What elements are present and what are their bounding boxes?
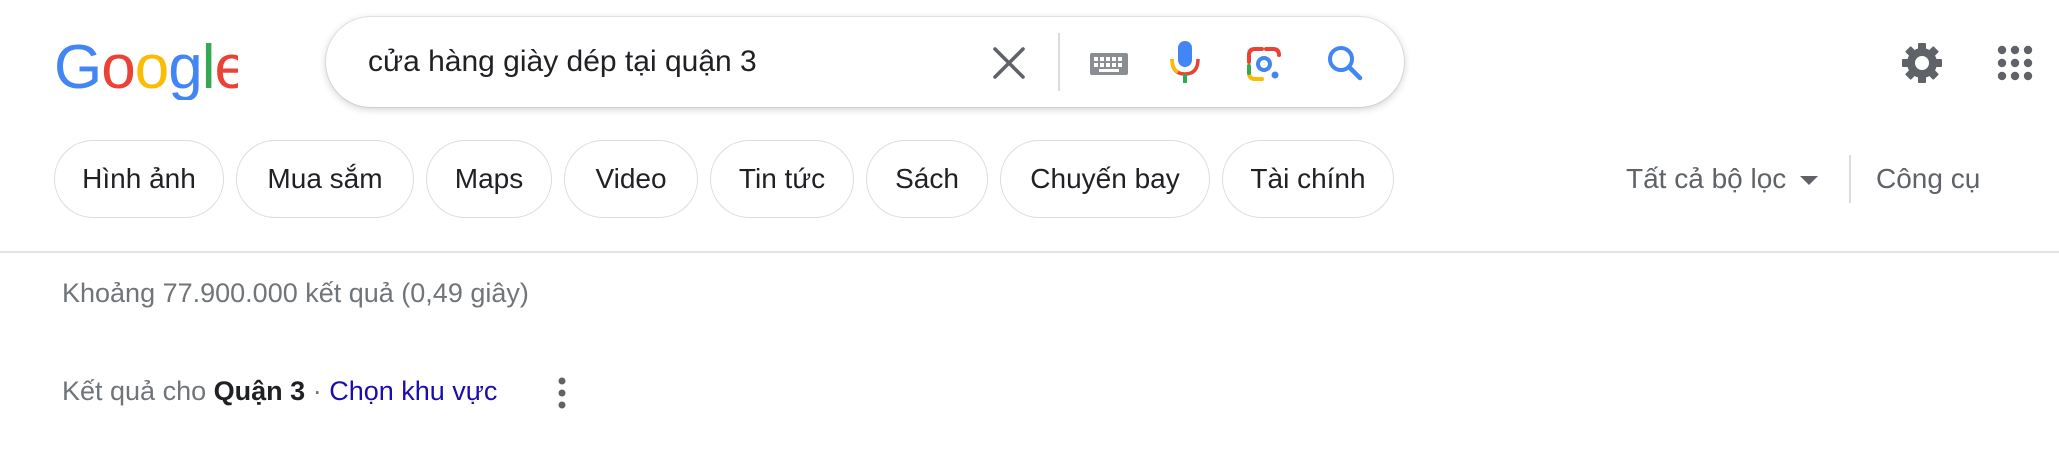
search-input[interactable]: cửa hàng giày dép tại quận 3: [368, 17, 757, 107]
all-filters-button[interactable]: Tất cả bộ lọc: [1626, 140, 1819, 218]
search-divider: [1058, 33, 1060, 91]
tools-button[interactable]: Công cụ: [1876, 140, 1980, 218]
result-stats: Khoảng 77.900.000 kết quả (0,49 giây): [62, 278, 529, 308]
chip-maps[interactable]: Maps: [426, 140, 552, 218]
svg-text:Google: Google: [54, 33, 238, 100]
chip-flights[interactable]: Chuyến bay: [1000, 140, 1210, 218]
location-separator: ·: [312, 376, 322, 406]
chip-books[interactable]: Sách: [866, 140, 988, 218]
location-line: Kết quả cho Quận 3 · Chọn khu vực: [62, 376, 497, 407]
search-box[interactable]: cửa hàng giày dép tại quận 3: [326, 17, 1404, 107]
caret-down-icon: [1800, 176, 1819, 186]
location-name: Quận 3: [213, 376, 306, 406]
filter-divider: [1849, 155, 1851, 203]
header-divider: [0, 251, 2059, 253]
google-logo[interactable]: Google: [54, 30, 238, 100]
chip-shopping[interactable]: Mua sắm: [236, 140, 414, 218]
search-icon[interactable]: [1326, 44, 1364, 82]
clear-icon[interactable]: [990, 44, 1028, 82]
choose-area-link[interactable]: Chọn khu vực: [329, 376, 497, 406]
more-options-icon[interactable]: [548, 376, 576, 410]
chip-images[interactable]: Hình ảnh: [54, 140, 224, 218]
chip-news[interactable]: Tin tức: [710, 140, 854, 218]
location-prefix: Kết quả cho: [62, 376, 207, 406]
keyboard-icon[interactable]: [1088, 44, 1130, 82]
chip-video[interactable]: Video: [564, 140, 698, 218]
lens-icon[interactable]: [1244, 44, 1284, 84]
microphone-icon[interactable]: [1166, 39, 1204, 85]
settings-icon[interactable]: [1900, 41, 1944, 85]
apps-grid-icon[interactable]: [1997, 45, 2033, 81]
all-filters-label: Tất cả bộ lọc: [1626, 163, 1787, 194]
chip-finance[interactable]: Tài chính: [1222, 140, 1394, 218]
